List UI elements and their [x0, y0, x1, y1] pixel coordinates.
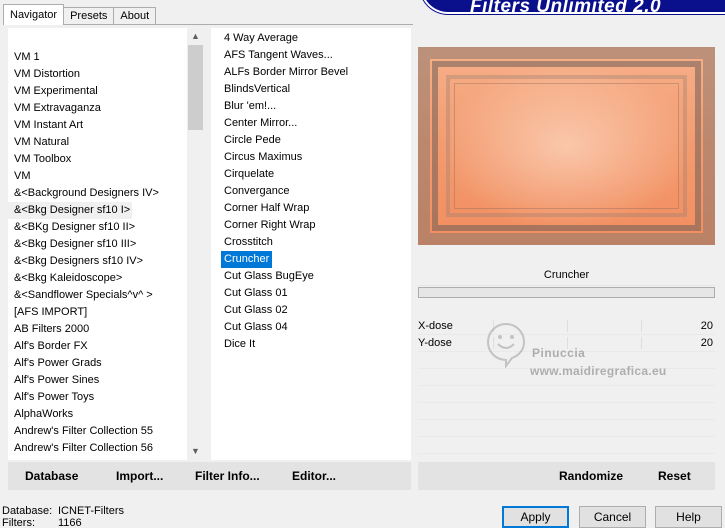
param-name: X-dose [418, 320, 453, 332]
cancel-button[interactable]: Cancel [579, 506, 646, 528]
filter-item[interactable]: Cut Glass 02 [221, 302, 291, 319]
category-item[interactable]: Andrew's Filter Collection 56 [8, 440, 188, 457]
category-item[interactable]: &<Sandflower Specials^v^ > [8, 287, 188, 304]
filter-list[interactable]: 4 Way Average AFS Tangent Waves... ALFs Bo… [221, 30, 351, 353]
category-item[interactable]: AB Filters 2000 [8, 321, 188, 338]
tab-about[interactable]: About [113, 7, 157, 25]
category-item[interactable]: Alf's Power Sines [8, 372, 188, 389]
filter-item[interactable]: Center Mirror... [221, 115, 300, 132]
database-label: Database: [2, 505, 53, 517]
param-row-empty [418, 420, 715, 437]
filter-item[interactable]: Cruncher [221, 251, 273, 268]
parameter-slider[interactable] [418, 287, 715, 298]
scroll-thumb[interactable] [188, 45, 203, 130]
filters-count-label: Filters: [2, 517, 35, 528]
filter-item[interactable]: Dice It [221, 336, 258, 353]
database-value: ICNET-Filters [58, 505, 124, 517]
category-item[interactable]: [AFS IMPORT] [8, 304, 188, 321]
category-item[interactable]: Andrew's Filter Collection 57 [8, 457, 188, 460]
status-area: Database: ICNET-Filters Filters: 1166 [2, 505, 124, 528]
filters-count-value: 1166 [58, 517, 82, 528]
tab-divider [3, 24, 413, 25]
filter-item[interactable]: BlindsVertical [221, 81, 293, 98]
category-item[interactable]: Andrew's Filter Collection 55 [8, 423, 188, 440]
left-toolbar: Database Import... Filter Info... Editor… [8, 462, 411, 490]
filter-item[interactable]: Crosstitch [221, 234, 276, 251]
category-scrollbar[interactable]: ▲ ▼ [187, 28, 204, 460]
apply-button[interactable]: Apply [502, 506, 569, 528]
category-item[interactable]: &<Bkg Designer sf10 III> [8, 236, 188, 253]
filter-item[interactable]: Cut Glass BugEye [221, 268, 317, 285]
category-item[interactable]: VM Toolbox [8, 151, 188, 168]
tab-bar: Navigator Presets About [3, 4, 157, 25]
filter-item[interactable]: Circle Pede [221, 132, 284, 149]
category-item[interactable]: Alf's Power Toys [8, 389, 188, 406]
filter-item[interactable]: AFS Tangent Waves... [221, 47, 336, 64]
filter-item[interactable]: Convergance [221, 183, 292, 200]
param-row-empty [418, 403, 715, 420]
category-item[interactable]: &<Bkg Kaleidoscope> [8, 270, 188, 287]
tab-navigator[interactable]: Navigator [3, 4, 65, 25]
watermark-logo-icon [486, 322, 526, 368]
category-item[interactable]: VM Experimental [8, 83, 188, 100]
filter-item[interactable]: ALFs Border Mirror Bevel [221, 64, 351, 81]
filter-item[interactable]: Blur 'em!... [221, 98, 279, 115]
category-item[interactable]: VM Instant Art [8, 117, 188, 134]
scroll-down-icon[interactable]: ▼ [187, 443, 204, 460]
editor-button[interactable]: Editor... [292, 462, 336, 490]
category-item[interactable]: VM 1 [8, 49, 188, 66]
filter-info-button[interactable]: Filter Info... [195, 462, 260, 490]
filter-item[interactable]: Corner Right Wrap [221, 217, 319, 234]
import-button[interactable]: Import... [116, 462, 163, 490]
filter-item[interactable]: Circus Maximus [221, 149, 305, 166]
category-item[interactable]: VM Extravaganza [8, 100, 188, 117]
filter-preview-image [418, 47, 715, 245]
watermark-url: www.maidiregrafica.eu [530, 364, 667, 378]
help-button[interactable]: Help [655, 506, 722, 528]
app-title: Filters Unlimited 2.0 [470, 0, 662, 17]
category-item[interactable]: &<Background Designers IV> [8, 185, 188, 202]
category-item[interactable]: VM [8, 168, 188, 185]
tab-presets[interactable]: Presets [63, 7, 115, 25]
category-item[interactable]: Alf's Power Grads [8, 355, 188, 372]
category-item[interactable]: AlphaWorks [8, 406, 188, 423]
category-list-panel[interactable]: VM 1 VM Distortion VM Experimental VM Extra… [8, 28, 204, 460]
filter-list-panel[interactable]: 4 Way Average AFS Tangent Waves... ALFs Bo… [211, 28, 411, 460]
category-list[interactable]: VM 1 VM Distortion VM Experimental VM Extra… [8, 49, 188, 460]
filter-item[interactable]: 4 Way Average [221, 30, 301, 47]
filter-item[interactable]: Cut Glass 01 [221, 285, 291, 302]
category-item[interactable]: &<Bkg Designers sf10 IV> [8, 253, 188, 270]
param-row-empty [418, 386, 715, 403]
category-item[interactable]: &<Bkg Designer sf10 I> [8, 202, 132, 219]
watermark-name: Pinuccia [532, 346, 586, 360]
category-item[interactable]: VM Distortion [8, 66, 188, 83]
filter-item[interactable]: Corner Half Wrap [221, 200, 312, 217]
right-toolbar: Randomize Reset [418, 462, 715, 490]
param-row-empty [418, 437, 715, 454]
category-item[interactable]: Alf's Border FX [8, 338, 188, 355]
watermark: Pinuccia www.maidiregrafica.eu [478, 318, 708, 388]
filter-item[interactable]: Cut Glass 04 [221, 319, 291, 336]
scroll-up-icon[interactable]: ▲ [187, 28, 204, 45]
database-button[interactable]: Database [25, 462, 78, 490]
category-item[interactable]: &<BKg Designer sf10 II> [8, 219, 188, 236]
category-item[interactable]: VM Natural [8, 134, 188, 151]
randomize-button[interactable]: Randomize [559, 462, 623, 490]
reset-button[interactable]: Reset [658, 462, 691, 490]
filter-item[interactable]: Cirquelate [221, 166, 277, 183]
param-name: Y-dose [418, 337, 452, 349]
current-filter-name: Cruncher [418, 264, 715, 286]
